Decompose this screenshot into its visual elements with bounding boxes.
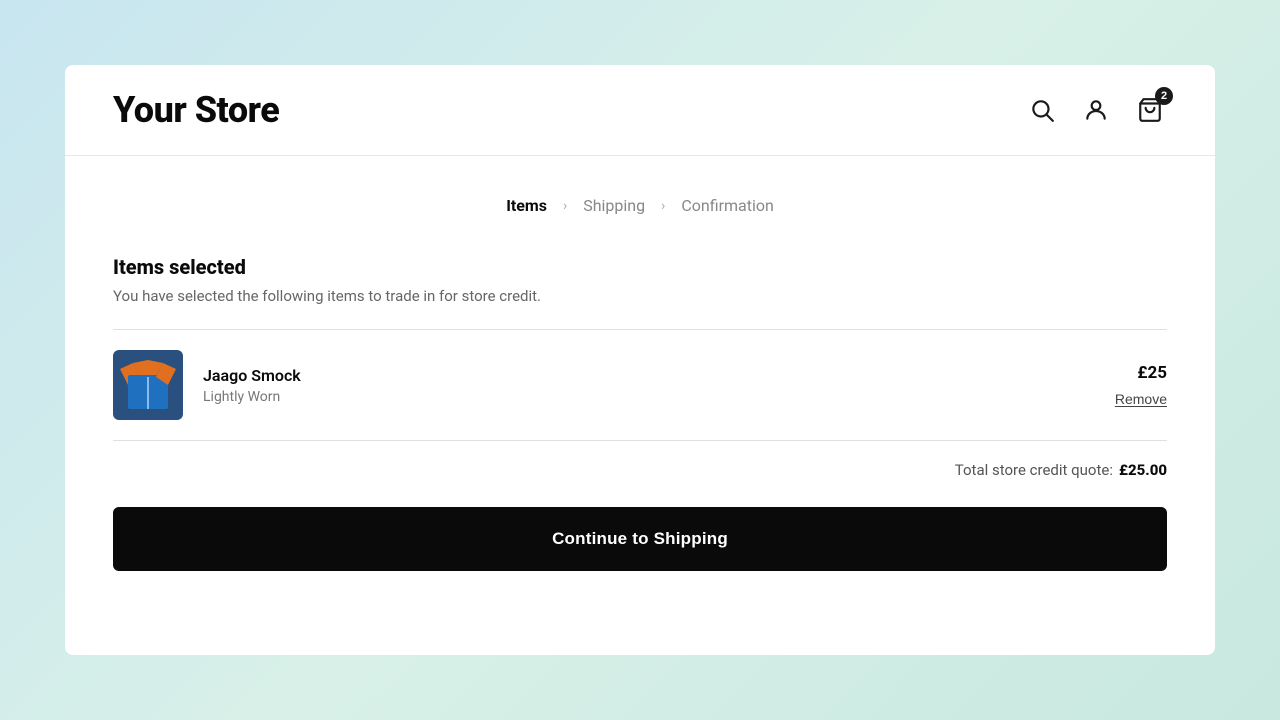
main-content: Items › Shipping › Confirmation Items se… <box>65 156 1215 655</box>
checkout-steps: Items › Shipping › Confirmation <box>113 196 1167 215</box>
chevron-1-icon: › <box>563 198 567 214</box>
item-name: Jaago Smock <box>203 366 1115 385</box>
total-row: Total store credit quote: £25.00 <box>113 441 1167 507</box>
total-label: Total store credit quote: <box>955 461 1113 479</box>
item-price-section: £25 Remove <box>1115 363 1167 408</box>
remove-button[interactable]: Remove <box>1115 391 1167 407</box>
item-price: £25 <box>1115 363 1167 383</box>
account-icon <box>1083 97 1109 123</box>
continue-to-shipping-button[interactable]: Continue to Shipping <box>113 507 1167 571</box>
total-amount: £25.00 <box>1119 461 1167 479</box>
search-button[interactable] <box>1025 93 1059 127</box>
item-info: Jaago Smock Lightly Worn <box>203 366 1115 405</box>
search-icon <box>1029 97 1055 123</box>
item-condition: Lightly Worn <box>203 389 1115 405</box>
section-subtitle: You have selected the following items to… <box>113 287 1167 305</box>
cart-badge: 2 <box>1155 87 1173 105</box>
cart-button[interactable]: 2 <box>1133 93 1167 127</box>
item-image <box>113 350 183 420</box>
step-shipping: Shipping <box>583 196 645 215</box>
step-confirmation: Confirmation <box>681 196 773 215</box>
header-icons: 2 <box>1025 93 1167 127</box>
clothing-icon <box>118 355 178 415</box>
main-card: Your Store <box>65 65 1215 655</box>
section-title: Items selected <box>113 255 1167 279</box>
step-items: Items <box>506 196 547 215</box>
account-button[interactable] <box>1079 93 1113 127</box>
chevron-2-icon: › <box>661 198 665 214</box>
site-header: Your Store <box>65 65 1215 156</box>
store-title: Your Store <box>113 89 279 131</box>
table-row: Jaago Smock Lightly Worn £25 Remove <box>113 330 1167 441</box>
